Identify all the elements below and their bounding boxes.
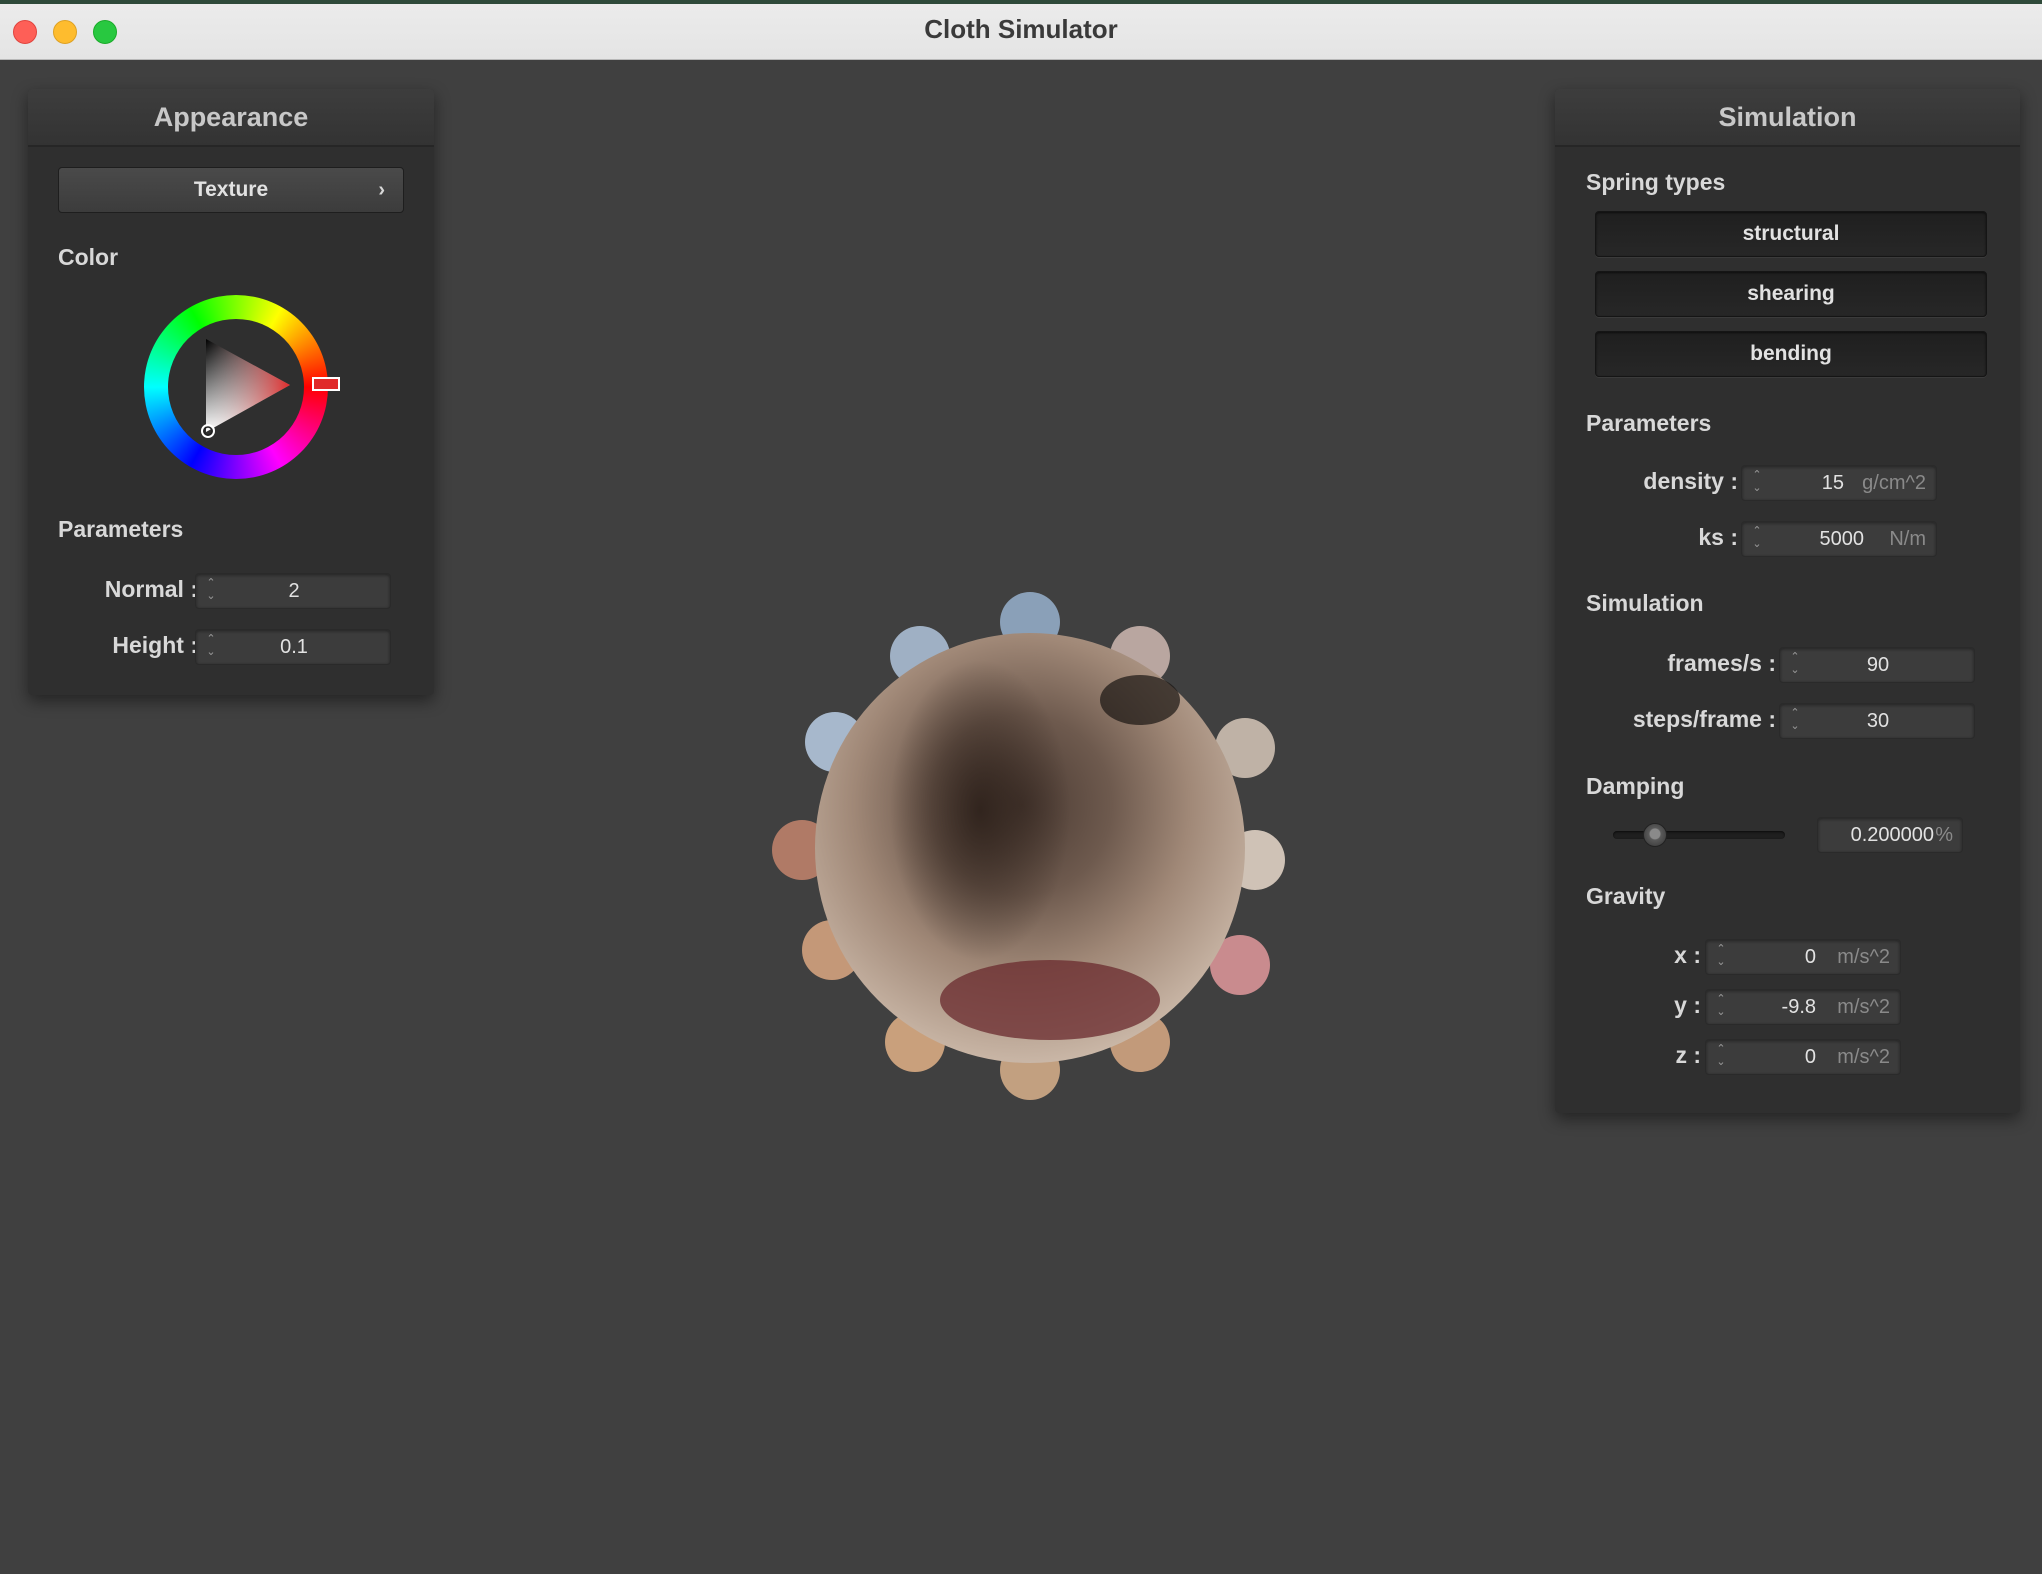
simulation-panel: Simulation Spring types structural shear… [1555, 89, 2020, 1113]
spin-arrows-icon[interactable]: ⌃ ⌄ [1714, 993, 1728, 1023]
gravity-label: Gravity [1586, 883, 1666, 909]
hue-marker-icon[interactable] [312, 377, 340, 391]
cloth-mesh-icon [772, 592, 1285, 1100]
structural-label: structural [1742, 222, 1840, 245]
height-value: 0.1 [280, 636, 308, 658]
gravity-x-unit: m/s^2 [1837, 946, 1890, 968]
damping-value-box[interactable]: 0.200000 % [1817, 817, 1963, 853]
simulation-parameters-label: Parameters [1586, 410, 1712, 436]
gravity-z-unit: m/s^2 [1837, 1046, 1890, 1068]
height-label: Height : [112, 632, 198, 658]
shearing-label: shearing [1747, 282, 1835, 305]
appearance-panel: Appearance Texture › Color Parameters No… [28, 89, 434, 695]
desktop-strip [0, 0, 2042, 4]
color-wheel[interactable] [144, 295, 340, 479]
ks-unit: N/m [1889, 528, 1926, 550]
frames-per-second-value: 90 [1866, 654, 1890, 676]
spin-arrows-icon[interactable]: ⌃ ⌄ [1750, 525, 1764, 555]
gravity-y-label: y : [1674, 992, 1701, 1018]
ks-value: 5000 [1819, 528, 1865, 550]
gravity-x-value: 0 [1804, 946, 1816, 968]
cloth-render[interactable] [740, 580, 1300, 1125]
gravity-y-unit: m/s^2 [1837, 996, 1890, 1018]
frames-per-second-spinbox[interactable]: ⌃ ⌄ 90 [1779, 647, 1975, 683]
shearing-toggle-button[interactable]: shearing [1595, 271, 1987, 317]
density-spinbox[interactable]: ⌃ ⌄ 15 g/cm^2 [1741, 465, 1937, 501]
appearance-panel-header[interactable]: Appearance [28, 89, 434, 147]
bending-toggle-button[interactable]: bending [1595, 331, 1987, 377]
slider-knob-icon[interactable] [1643, 823, 1667, 847]
damping-value: 0.200000 [1850, 824, 1934, 846]
gravity-y-value: -9.8 [1781, 996, 1816, 1018]
height-spinbox[interactable]: ⌃ ⌄ 0.1 [195, 629, 391, 665]
ks-label: ks : [1698, 524, 1738, 550]
chevron-right-icon: › [378, 179, 385, 201]
damping-label: Damping [1586, 773, 1685, 799]
normal-value: 2 [288, 580, 300, 602]
window-title: Cloth Simulator [924, 14, 1118, 44]
normal-spinbox[interactable]: ⌃ ⌄ 2 [195, 573, 391, 609]
appearance-parameters-label: Parameters [58, 516, 184, 542]
ks-spinbox[interactable]: ⌃ ⌄ 5000 N/m [1741, 521, 1937, 557]
spin-arrows-icon[interactable]: ⌃ ⌄ [1714, 943, 1728, 973]
damping-slider[interactable] [1613, 823, 1785, 847]
simulation-settings-label: Simulation [1586, 590, 1704, 616]
spin-arrows-icon[interactable]: ⌃ ⌄ [1714, 1043, 1728, 1073]
gravity-z-spinbox[interactable]: ⌃ ⌄ 0 m/s^2 [1705, 1039, 1901, 1075]
gravity-y-spinbox[interactable]: ⌃ ⌄ -9.8 m/s^2 [1705, 989, 1901, 1025]
gravity-x-spinbox[interactable]: ⌃ ⌄ 0 m/s^2 [1705, 939, 1901, 975]
density-label: density : [1643, 468, 1738, 494]
normal-label: Normal : [104, 576, 198, 602]
texture-button[interactable]: Texture › [58, 167, 404, 213]
spin-arrows-icon[interactable]: ⌃ ⌄ [1750, 469, 1764, 499]
gravity-x-label: x : [1674, 942, 1701, 968]
gravity-z-value: 0 [1804, 1046, 1816, 1068]
saturation-triangle-icon[interactable] [144, 295, 328, 479]
texture-button-label: Texture [193, 178, 269, 201]
density-value: 15 [1821, 472, 1844, 494]
bending-label: bending [1750, 342, 1832, 365]
density-unit: g/cm^2 [1862, 472, 1926, 494]
steps-per-frame-label: steps/frame : [1632, 706, 1776, 732]
gravity-z-label: z : [1675, 1042, 1701, 1068]
spring-types-label: Spring types [1586, 169, 1726, 195]
steps-per-frame-spinbox[interactable]: ⌃ ⌄ 30 [1779, 703, 1975, 739]
frames-per-second-label: frames/s : [1667, 650, 1776, 676]
structural-toggle-button[interactable]: structural [1595, 211, 1987, 257]
steps-per-frame-value: 30 [1866, 710, 1890, 732]
window-titlebar: Cloth Simulator [0, 0, 2042, 60]
slider-track[interactable] [1613, 831, 1785, 839]
damping-unit: % [1935, 824, 1953, 846]
color-label: Color [58, 244, 119, 270]
simulation-panel-header[interactable]: Simulation [1555, 89, 2020, 147]
